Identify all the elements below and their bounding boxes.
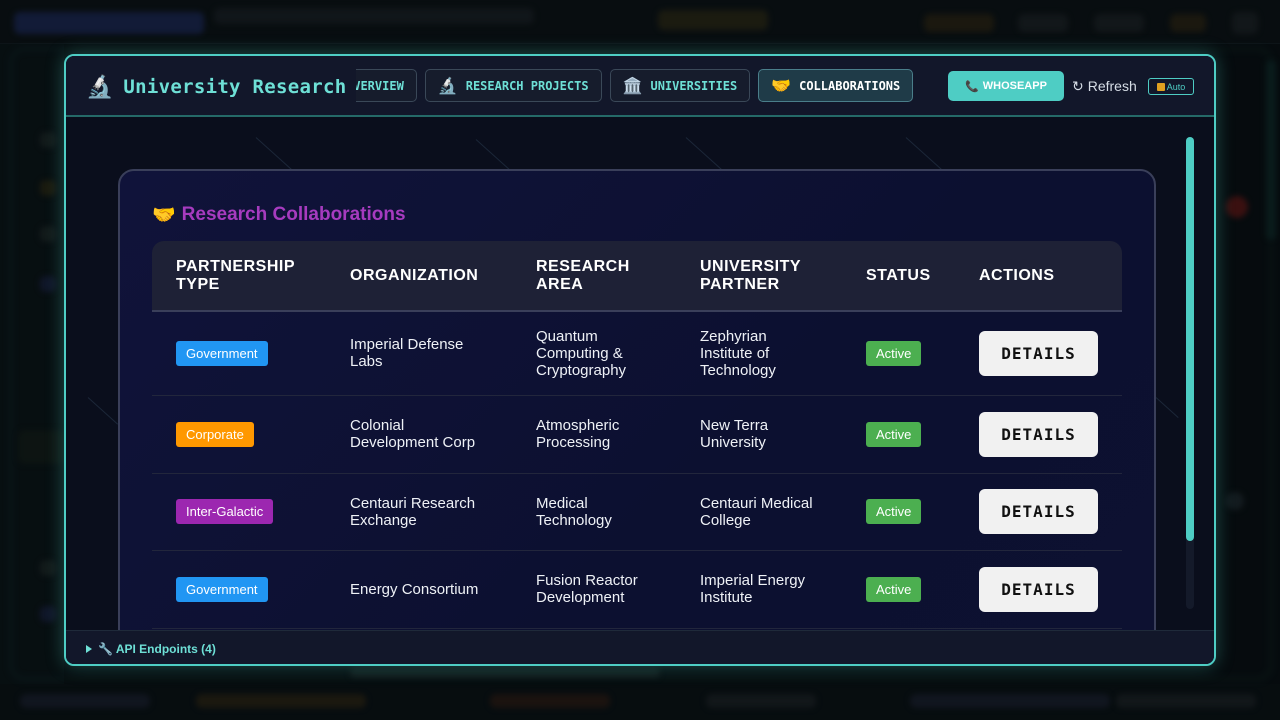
- background-streak: [87, 397, 119, 425]
- section-title-text: Research Collaborations: [181, 204, 406, 225]
- handshake-icon: 🤝: [152, 205, 176, 226]
- status-badge: Active: [866, 340, 922, 366]
- column-header: RESEARCH AREA: [512, 241, 676, 312]
- table-row: Government Imperial Defense Labs Quantum…: [152, 311, 1122, 396]
- collaborations-card: 🤝 Research Collaborations PARTNERSHIP TY…: [118, 169, 1156, 630]
- partnership-type-badge: Inter-Galactic: [176, 499, 274, 524]
- column-header: PARTNERSHIP TYPE: [152, 241, 326, 312]
- tab-overview[interactable]: OVERVIEW: [356, 69, 417, 102]
- research-area-cell: Fusion Reactor Development: [512, 550, 676, 629]
- partnership-type-badge: Government: [176, 576, 268, 602]
- research-area-cell: Atmospheric Processing: [512, 395, 676, 474]
- background-streak: [1155, 397, 1179, 418]
- auto-refresh-toggle[interactable]: Auto: [1148, 78, 1194, 95]
- whoseapp-label: WHOSEAPP: [982, 80, 1047, 92]
- brand: 🔬 University Research: [86, 72, 346, 102]
- table-header-row: PARTNERSHIP TYPE ORGANIZATION RESEARCH A…: [152, 241, 1122, 312]
- details-button[interactable]: DETAILS: [979, 411, 1098, 457]
- status-badge: Active: [866, 421, 922, 447]
- details-button[interactable]: DETAILS: [979, 489, 1098, 534]
- whoseapp-button[interactable]: 📞 WHOSEAPP: [948, 71, 1064, 101]
- university-partner-cell: New Terra University: [676, 395, 842, 474]
- column-header: UNIVERSITY PARTNER: [676, 241, 842, 312]
- column-header: ORGANIZATION: [326, 241, 512, 312]
- university-partner-cell: Zephyrian Institute of Technology: [676, 311, 842, 396]
- collaborations-table: PARTNERSHIP TYPE ORGANIZATION RESEARCH A…: [152, 241, 1122, 629]
- organization-cell: Energy Consortium: [326, 550, 512, 629]
- tab-label: UNIVERSITIES: [650, 78, 738, 93]
- tab-label: RESEARCH PROJECTS: [465, 78, 589, 93]
- organization-cell: Centauri Research Exchange: [326, 473, 512, 551]
- university-partner-cell: Imperial Energy Institute: [676, 550, 842, 629]
- partnership-type-badge: Government: [176, 340, 268, 366]
- research-area-cell: Quantum Computing & Cryptography: [512, 311, 676, 396]
- classical-building-icon: 🏛️: [622, 76, 643, 95]
- api-endpoints-toggle[interactable]: 🔧 API Endpoints (4): [66, 630, 1214, 664]
- microscope-icon: 🔬: [437, 76, 458, 95]
- microscope-icon: 🔬: [86, 74, 114, 99]
- refresh-icon: ↻: [1072, 77, 1084, 94]
- table-row: Corporate Colonial Development Corp Atmo…: [152, 395, 1122, 474]
- refresh-label: Refresh: [1087, 78, 1137, 94]
- handshake-icon: 🤝: [771, 76, 792, 95]
- column-header: STATUS: [842, 241, 955, 312]
- scrollbar-thumb[interactable]: [1186, 137, 1194, 541]
- content-scrollbar[interactable]: [1186, 137, 1194, 609]
- modal-header: 🔬 University Research OVERVIEW 🔬 RESEARC…: [66, 56, 1214, 117]
- app-title: University Research: [123, 76, 347, 98]
- organization-cell: Imperial Defense Labs: [326, 311, 512, 396]
- university-partner-cell: Centauri Medical College: [676, 473, 842, 551]
- auto-icon: [1156, 82, 1165, 91]
- status-badge: Active: [866, 576, 922, 602]
- table-row: Inter-Galactic Centauri Research Exchang…: [152, 473, 1122, 551]
- tab-bar: OVERVIEW 🔬 RESEARCH PROJECTS 🏛️ UNIVERSI…: [356, 69, 928, 105]
- details-button[interactable]: DETAILS: [979, 330, 1098, 376]
- modal-content: 🤝 Research Collaborations PARTNERSHIP TY…: [66, 117, 1214, 630]
- phone-icon: 📞: [965, 80, 979, 93]
- organization-cell: Colonial Development Corp: [326, 395, 512, 474]
- tab-label: COLLABORATIONS: [799, 78, 901, 93]
- tab-label: OVERVIEW: [356, 78, 404, 93]
- research-modal: 🔬 University Research OVERVIEW 🔬 RESEARC…: [64, 54, 1216, 666]
- details-button[interactable]: DETAILS: [979, 566, 1098, 612]
- tab-research-projects[interactable]: 🔬 RESEARCH PROJECTS: [424, 69, 602, 102]
- api-endpoints-label: 🔧 API Endpoints (4): [98, 641, 216, 656]
- auto-label: Auto: [1166, 81, 1186, 92]
- status-badge: Active: [866, 499, 922, 524]
- partnership-type-badge: Corporate: [176, 421, 254, 447]
- refresh-button[interactable]: ↻ Refresh: [1072, 76, 1137, 96]
- tab-collaborations[interactable]: 🤝 COLLABORATIONS: [758, 69, 914, 102]
- tab-universities[interactable]: 🏛️ UNIVERSITIES: [609, 69, 751, 102]
- column-header: ACTIONS: [955, 241, 1122, 312]
- section-title: 🤝 Research Collaborations: [152, 203, 406, 227]
- table-row: Government Energy Consortium Fusion Reac…: [152, 550, 1122, 629]
- disclosure-triangle-icon: [86, 644, 92, 653]
- research-area-cell: Medical Technology: [512, 473, 676, 551]
